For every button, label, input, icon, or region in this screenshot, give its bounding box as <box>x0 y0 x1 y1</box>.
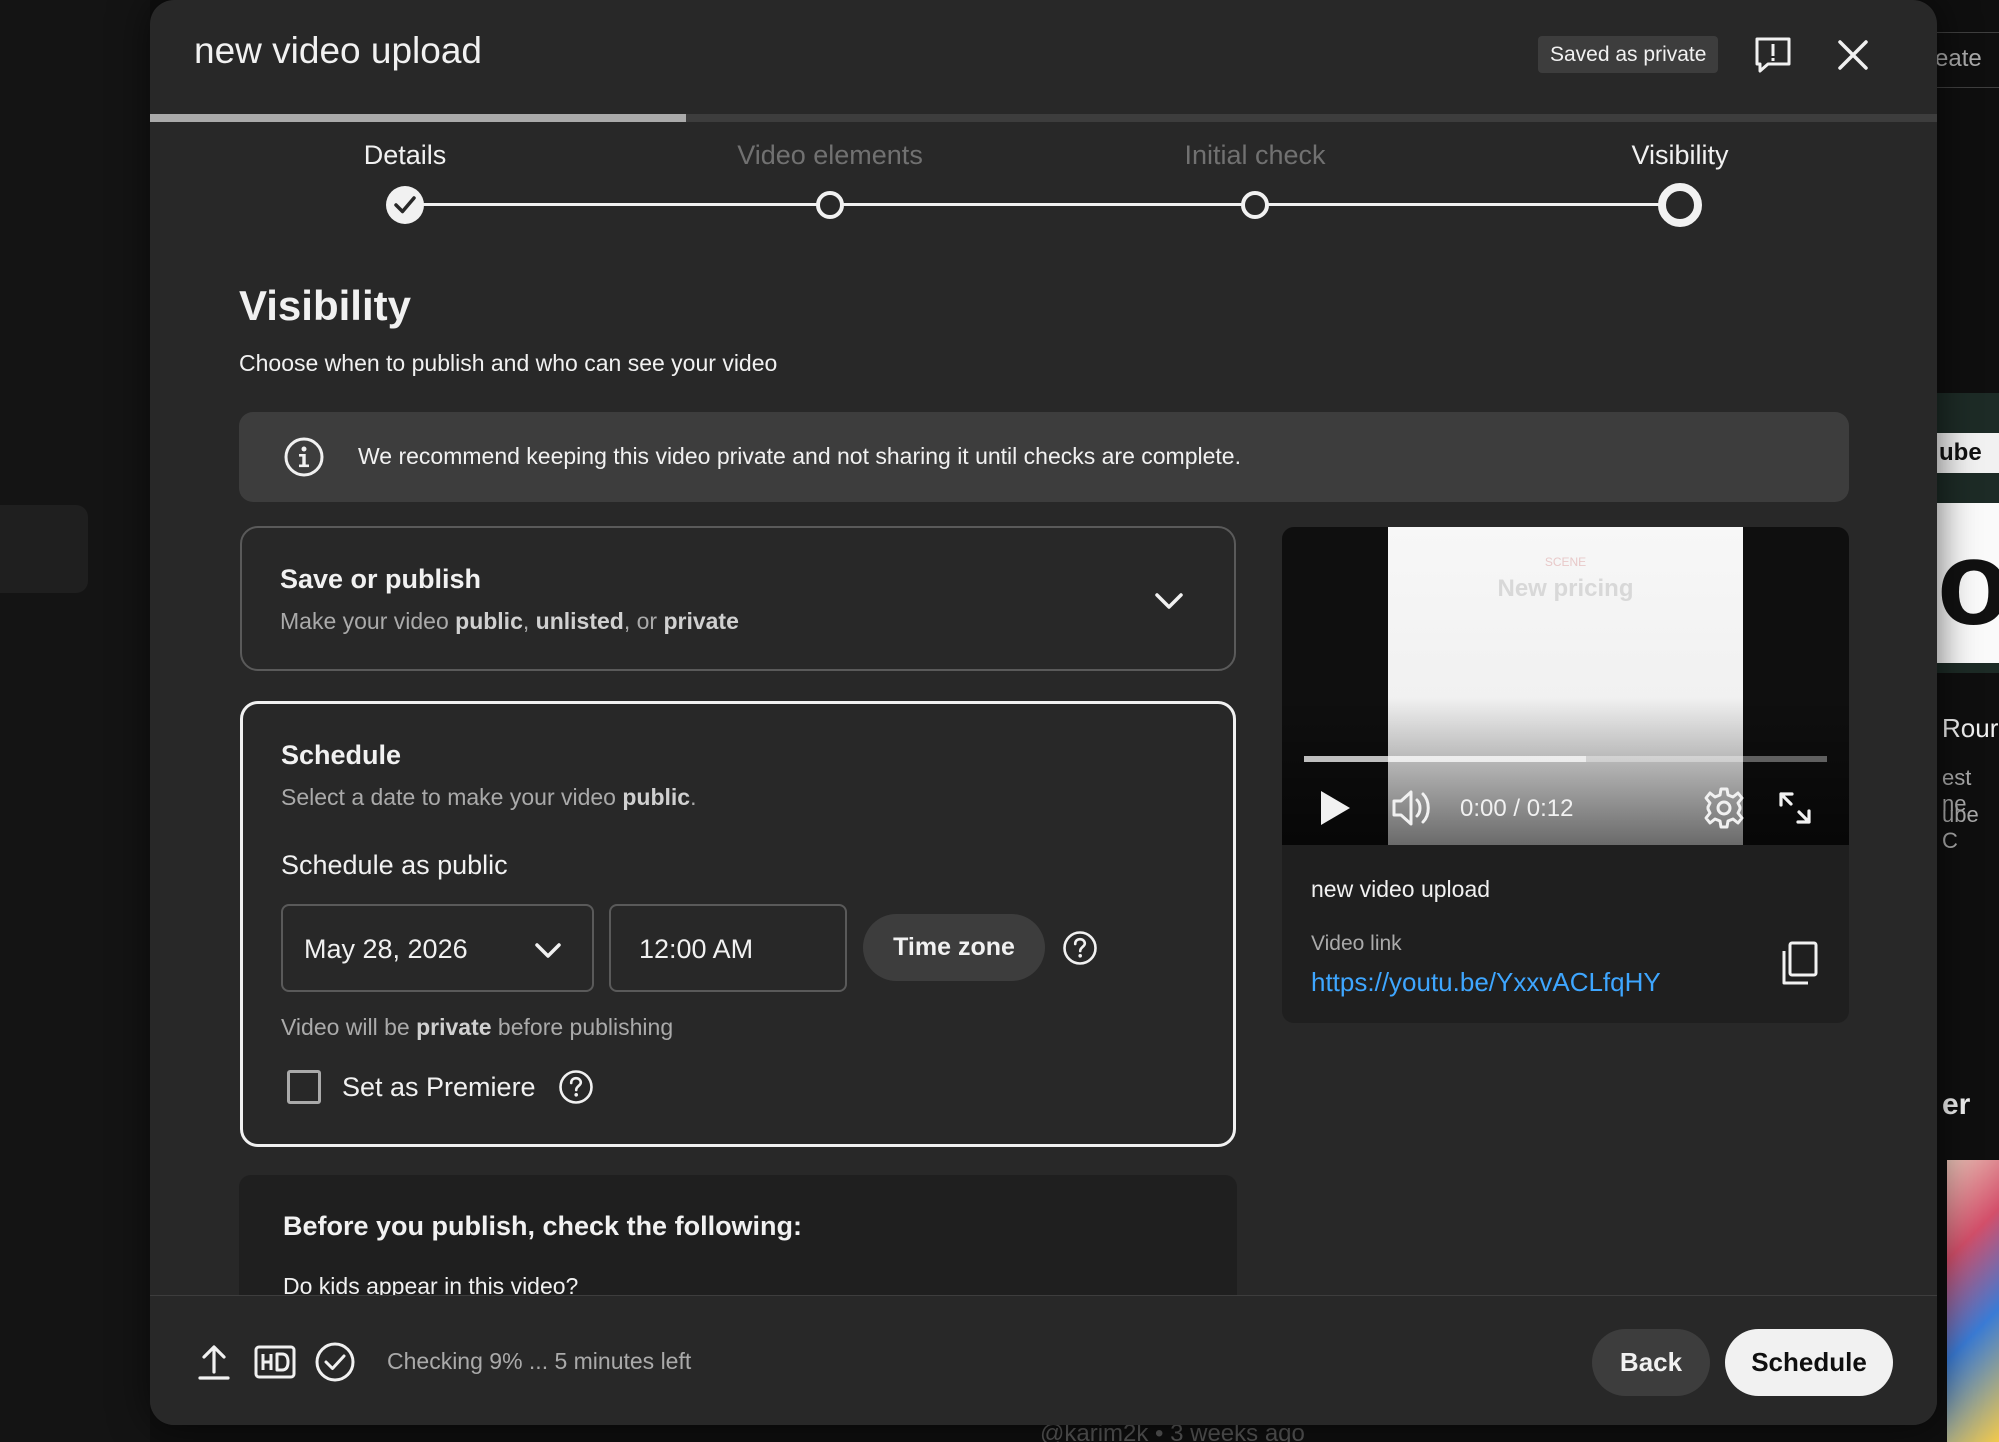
desc-text: , <box>522 608 536 634</box>
background-card-line: ube C <box>1942 802 1979 853</box>
step-marker <box>816 191 844 219</box>
pre-publish-checklist: Before you publish, check the following:… <box>239 1175 1237 1295</box>
help-icon[interactable] <box>1062 930 1098 966</box>
fullscreen-icon[interactable] <box>1776 789 1814 827</box>
step-done-marker <box>386 186 424 224</box>
info-banner: We recommend keeping this video private … <box>239 412 1849 502</box>
help-icon[interactable] <box>558 1069 594 1105</box>
back-button[interactable]: Back <box>1592 1329 1710 1396</box>
background-thumbnail: ube ou <box>1937 393 1999 673</box>
upload-progress-fill <box>150 114 687 122</box>
saved-status-badge: Saved as private <box>1538 36 1719 73</box>
background-thumbnail-big-text: ou <box>1937 503 1999 663</box>
dialog-title: new video upload <box>194 30 482 71</box>
frame-heading: New pricing <box>1497 575 1634 602</box>
time-input[interactable]: 12:00 AM <box>609 904 847 992</box>
save-or-publish-description: Make your video public, unlisted, or pri… <box>280 608 739 635</box>
video-link-label: Video link <box>1311 932 1402 955</box>
check-circle-icon <box>315 1342 355 1382</box>
time-zone-button[interactable]: Time zone <box>863 914 1045 981</box>
step-label: Visibility <box>1631 140 1729 170</box>
copy-icon[interactable] <box>1778 939 1822 989</box>
desc-bold-public: public <box>455 608 523 634</box>
desc-text: . <box>690 784 697 810</box>
background-thumbnail-2 <box>1947 1160 1999 1442</box>
dialog-header: new video upload Saved as private <box>150 0 1937 110</box>
checkmark-icon <box>394 196 416 214</box>
stepper-line <box>405 203 1680 206</box>
schedule-section[interactable]: Schedule Select a date to make your vide… <box>240 701 1236 1147</box>
background-card-title: Rour <box>1942 713 1999 743</box>
background-section-heading: er <box>1942 1088 1971 1121</box>
desc-bold-unlisted: unlisted <box>535 608 624 634</box>
step-label: Initial check <box>1184 140 1326 170</box>
desc-bold: public <box>622 784 691 810</box>
volume-icon[interactable] <box>1390 787 1436 829</box>
video-link[interactable]: https://youtu.be/YxxvACLfqHY <box>1311 967 1661 998</box>
seek-bar[interactable] <box>1304 756 1827 762</box>
desc-text: , or <box>623 608 664 634</box>
section-heading: Visibility <box>239 282 411 329</box>
step-label: Details <box>363 140 447 170</box>
note-text: before publishing <box>491 1014 674 1040</box>
step-marker <box>1241 191 1269 219</box>
background-sidebar <box>0 0 150 1442</box>
save-or-publish-title: Save or publish <box>280 564 482 594</box>
dialog-content[interactable]: Visibility Choose when to publish and wh… <box>150 240 1937 1295</box>
expand-chevron-icon[interactable] <box>1152 584 1186 618</box>
feedback-icon <box>1755 37 1791 73</box>
premiere-label[interactable]: Set as Premiere <box>342 1072 536 1103</box>
schedule-button[interactable]: Schedule <box>1725 1329 1893 1396</box>
background-thumbnail-band: ube <box>1937 433 1999 473</box>
desc-text: Select a date to make your video <box>281 784 623 810</box>
section-subheading: Choose when to publish and who can see y… <box>239 350 778 376</box>
note-text: Video will be <box>281 1014 417 1040</box>
playback-time: 0:00 / 0:12 <box>1460 795 1574 822</box>
settings-gear-icon[interactable] <box>1702 786 1746 830</box>
frame-caption: SCENE <box>1544 555 1587 569</box>
schedule-title: Schedule <box>281 740 402 770</box>
schedule-as-public-label: Schedule as public <box>281 850 508 880</box>
upload-stepper: Details Video elements Initial check Vis… <box>150 130 1937 240</box>
close-button[interactable] <box>1830 32 1876 78</box>
checklist-question: Do kids appear in this video? <box>283 1273 579 1295</box>
upload-dialog: new video upload Saved as private Detail… <box>150 0 1937 1425</box>
upload-progress-bar <box>150 114 1937 122</box>
preview-video-title: new video upload <box>1311 876 1491 902</box>
note-bold: private <box>416 1014 492 1040</box>
desc-text: Make your video <box>280 608 456 634</box>
schedule-description: Select a date to make your video public. <box>281 784 697 811</box>
video-preview-card: SCENE New pricing 0:00 / 0:12 new video … <box>1282 527 1849 1023</box>
dialog-footer: Checking 9% ... 5 minutes left Back Sche… <box>150 1295 1937 1425</box>
upload-icon <box>198 1345 230 1380</box>
feedback-button[interactable] <box>1750 32 1796 78</box>
video-player[interactable]: SCENE New pricing 0:00 / 0:12 <box>1282 527 1849 845</box>
hd-icon <box>254 1345 296 1379</box>
private-before-publishing-note: Video will be private before publishing <box>281 1014 673 1041</box>
step-current-marker <box>1658 183 1702 227</box>
time-value: 12:00 AM <box>639 934 754 964</box>
checking-status: Checking 9% ... 5 minutes left <box>387 1348 692 1374</box>
info-icon <box>284 437 324 477</box>
desc-bold-private: private <box>663 608 739 634</box>
save-or-publish-section[interactable]: Save or publish Make your video public, … <box>240 526 1236 671</box>
premiere-checkbox[interactable] <box>287 1070 321 1104</box>
close-icon <box>1838 40 1868 70</box>
play-icon[interactable] <box>1318 789 1352 827</box>
date-picker[interactable]: May 28, 2026 <box>281 904 594 992</box>
date-value: May 28, 2026 <box>304 934 468 964</box>
info-banner-text: We recommend keeping this video private … <box>358 443 1241 469</box>
checklist-title: Before you publish, check the following: <box>283 1211 803 1241</box>
step-label: Video elements <box>737 140 923 170</box>
chevron-down-icon <box>535 943 561 958</box>
seek-buffered <box>1304 756 1587 762</box>
background-sidebar-item <box>0 505 88 593</box>
